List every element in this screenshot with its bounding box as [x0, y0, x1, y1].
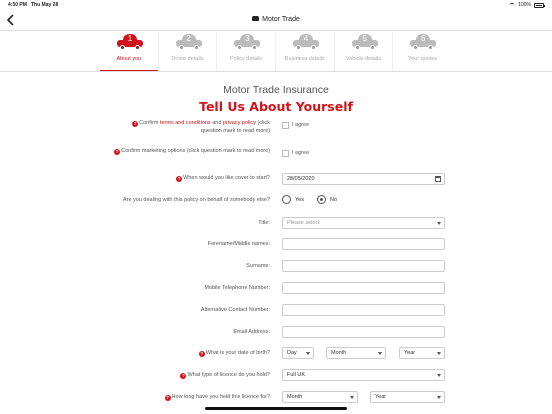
help-icon[interactable]: ?: [132, 121, 139, 127]
nav-bar: Motor Trade: [0, 11, 552, 31]
help-icon[interactable]: ?: [176, 176, 183, 182]
chevron-down-icon: [350, 396, 354, 399]
forename-label: Forename/Middle names:: [207, 241, 270, 247]
step-number: 6: [421, 34, 426, 43]
car-icon: 3: [232, 34, 262, 50]
battery-icon: [534, 2, 545, 8]
help-icon[interactable]: ?: [180, 373, 187, 379]
car-icon: 2: [174, 34, 204, 50]
alt-contact-label: Alternative Contact Number:: [200, 307, 270, 313]
step-label: Your quotes: [408, 56, 438, 62]
chevron-down-icon: [437, 222, 441, 225]
marketing-checkbox[interactable]: [282, 150, 289, 157]
surname-input[interactable]: [282, 260, 445, 272]
page-title-text: Motor Trade: [262, 16, 300, 23]
email-label: Email Address:: [233, 329, 270, 335]
steps-divider: [0, 71, 552, 72]
chevron-down-icon: [437, 396, 441, 399]
mobile-label: Mobile Telephone Number:: [204, 285, 270, 291]
step-tab-6[interactable]: 6 Your quotes: [393, 32, 452, 72]
car-icon: 6: [408, 34, 438, 50]
step-tab-4[interactable]: 4 Business details: [276, 32, 335, 72]
email-input[interactable]: [282, 326, 445, 338]
terms-checkbox[interactable]: [282, 122, 289, 129]
cover-start-date-input[interactable]: 28/05/2020: [282, 173, 445, 185]
page-title: Motor Trade: [0, 16, 552, 23]
step-number: 2: [186, 34, 191, 43]
step-label: Driver details: [171, 56, 204, 62]
step-tab-3[interactable]: 3 Policy details: [217, 32, 276, 72]
chevron-down-icon: [437, 352, 441, 355]
step-number: 4: [303, 34, 309, 43]
help-icon[interactable]: ?: [164, 395, 171, 401]
step-tab-2[interactable]: 2 Driver details: [159, 32, 218, 72]
alt-contact-input[interactable]: [282, 304, 445, 316]
chevron-down-icon: [306, 352, 310, 355]
licence-type-select[interactable]: Full UK: [282, 369, 445, 381]
on-behalf-yes-radio[interactable]: [282, 195, 291, 204]
step-label: Business details: [284, 56, 325, 62]
cover-start-label: ? When would you like cover to start?: [176, 175, 270, 182]
step-number: 3: [245, 34, 250, 43]
surname-label: Surname:: [246, 263, 270, 269]
car-icon: [252, 16, 260, 21]
wifi-icon: [509, 3, 516, 7]
progress-steps: 1 About you 2 Driver details 3 Policy details…: [100, 32, 452, 72]
form-heading: Motor Trade Insurance: [223, 84, 329, 96]
title-label: Title:: [258, 220, 270, 226]
licence-type-label: ? What type of licence do you hold?: [180, 372, 270, 379]
step-label: Policy details: [230, 56, 263, 62]
status-bar: 4:50 PM Thu May 28 100%: [0, 0, 552, 10]
help-icon[interactable]: ?: [114, 149, 121, 155]
chevron-down-icon: [378, 352, 382, 355]
terms-checkbox-label: I agree: [292, 122, 310, 128]
on-behalf-label: Are you dealing with this policy on beha…: [122, 197, 270, 203]
marketing-label: ? Confirm marketing options (click questi…: [114, 148, 270, 155]
chevron-down-icon: [437, 374, 441, 377]
licence-held-month-select[interactable]: Month: [282, 391, 358, 403]
on-behalf-no-label: No: [330, 197, 338, 203]
car-icon: 4: [291, 34, 321, 50]
forename-input[interactable]: [282, 238, 445, 250]
step-number: 1: [127, 34, 133, 43]
home-indicator[interactable]: [205, 407, 347, 410]
car-icon: 5: [350, 34, 380, 50]
dob-label: ? What is your date of birth?: [198, 350, 270, 357]
terms-link[interactable]: terms and conditions: [160, 120, 211, 126]
step-tab-1[interactable]: 1 About you: [100, 32, 159, 72]
dob-month-select[interactable]: Month: [326, 347, 386, 359]
dob-day-select[interactable]: Day: [282, 347, 314, 359]
battery-percent: 100%: [518, 2, 531, 8]
marketing-checkbox-label: I agree: [292, 150, 310, 156]
step-tab-5[interactable]: 5 Vehicle details: [335, 32, 394, 72]
calendar-icon[interactable]: [435, 176, 441, 182]
step-label: About you: [116, 56, 142, 62]
car-icon: 1: [115, 34, 145, 50]
on-behalf-yes-label: Yes: [295, 197, 304, 203]
dob-year-select[interactable]: Year: [399, 347, 445, 359]
licence-held-label: ? How long have you held this licence for…: [164, 394, 270, 401]
mobile-input[interactable]: [282, 282, 445, 294]
terms-label: ? Confirm terms and conditions and privac…: [132, 120, 270, 134]
status-date: Thu May 28: [31, 2, 59, 8]
step-label: Vehicle details: [345, 56, 382, 62]
title-select[interactable]: Please select: [282, 217, 445, 229]
on-behalf-no-radio[interactable]: [317, 195, 326, 204]
licence-held-year-select[interactable]: Year: [370, 391, 445, 403]
privacy-link[interactable]: privacy policy: [223, 120, 256, 126]
status-time: 4:50 PM: [8, 2, 27, 8]
step-number: 5: [362, 34, 367, 43]
form-subheading: Tell Us About Yourself: [199, 99, 353, 114]
help-icon[interactable]: ?: [198, 351, 205, 357]
status-right: 100%: [509, 2, 545, 8]
